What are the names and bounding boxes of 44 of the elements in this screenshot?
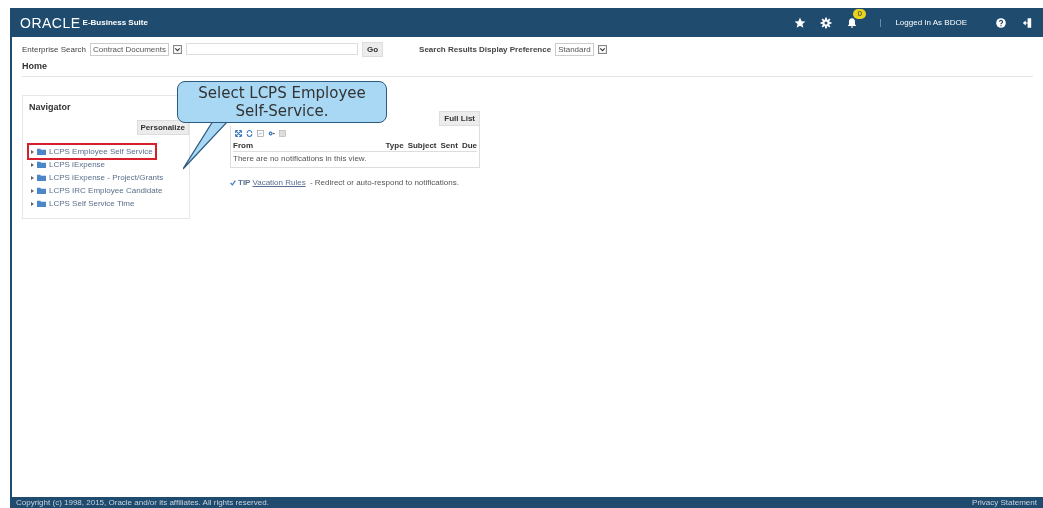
empty-message: There are no notifications in this view. bbox=[233, 153, 368, 165]
logout-icon[interactable] bbox=[1021, 16, 1033, 29]
personalize-button[interactable]: Personalize bbox=[136, 120, 189, 135]
column-header[interactable]: Type bbox=[385, 141, 404, 150]
privacy-link[interactable]: Privacy Statement bbox=[972, 497, 1037, 508]
check-icon bbox=[230, 179, 236, 186]
navigator-title: Navigator bbox=[29, 102, 72, 112]
full-list-button[interactable]: Full List bbox=[439, 111, 480, 126]
search-label: Enterprise Search bbox=[22, 44, 87, 54]
navigator-item[interactable]: LCPS iExpense - Project/Grants bbox=[29, 171, 166, 184]
dropdown-arrow-icon[interactable] bbox=[172, 44, 182, 54]
product-name: E-Business Suite bbox=[82, 18, 148, 27]
expand-arrow-icon[interactable] bbox=[31, 201, 34, 206]
expand-icon[interactable] bbox=[235, 130, 242, 137]
tip-text: - Redirect or auto-respond to notifications. bbox=[308, 178, 459, 187]
navigator-item[interactable]: LCPS iExpense bbox=[29, 158, 108, 171]
tip-label: TIP bbox=[238, 178, 251, 187]
expand-arrow-icon[interactable] bbox=[31, 188, 34, 193]
category-dropdown[interactable]: Contract Documents bbox=[90, 42, 169, 56]
column-header[interactable]: Sent bbox=[440, 141, 458, 150]
dropdown-arrow-icon[interactable] bbox=[597, 44, 607, 54]
search-field[interactable] bbox=[185, 43, 358, 55]
expand-arrow-icon[interactable] bbox=[31, 175, 34, 180]
star-icon[interactable] bbox=[794, 16, 807, 29]
page-title: Home bbox=[22, 57, 1033, 77]
expand-arrow-icon[interactable] bbox=[31, 162, 34, 167]
user-label: Logged In As BDOE bbox=[895, 18, 967, 27]
go-button[interactable]: Go bbox=[361, 41, 384, 57]
navigator-item[interactable]: LCPS Employee Self Service bbox=[29, 145, 155, 158]
vacation-rules-link[interactable]: Vacation Rules bbox=[252, 178, 306, 187]
notification-badge: 0 bbox=[853, 8, 866, 19]
column-header[interactable]: Due bbox=[461, 141, 477, 150]
column-header[interactable]: Subject bbox=[407, 141, 437, 150]
navigator-item[interactable]: LCPS IRC Employee Candidate bbox=[29, 184, 165, 197]
bell-icon[interactable] bbox=[846, 16, 859, 29]
logo: ORACLE bbox=[20, 14, 81, 31]
expand-arrow-icon[interactable] bbox=[31, 149, 34, 154]
help-icon[interactable] bbox=[995, 16, 1007, 29]
column-header[interactable]: From bbox=[233, 141, 382, 150]
navigator-item[interactable]: LCPS Self Service Time bbox=[29, 197, 137, 210]
preference-dropdown[interactable]: Standard bbox=[555, 42, 594, 56]
preference-label: Search Results Display Preference bbox=[419, 44, 552, 54]
refresh-icon[interactable] bbox=[246, 130, 253, 137]
copyright-text: Copyright (c) 1998, 2015, Oracle and/or its affiliates. All rights reserved. bbox=[16, 497, 269, 508]
